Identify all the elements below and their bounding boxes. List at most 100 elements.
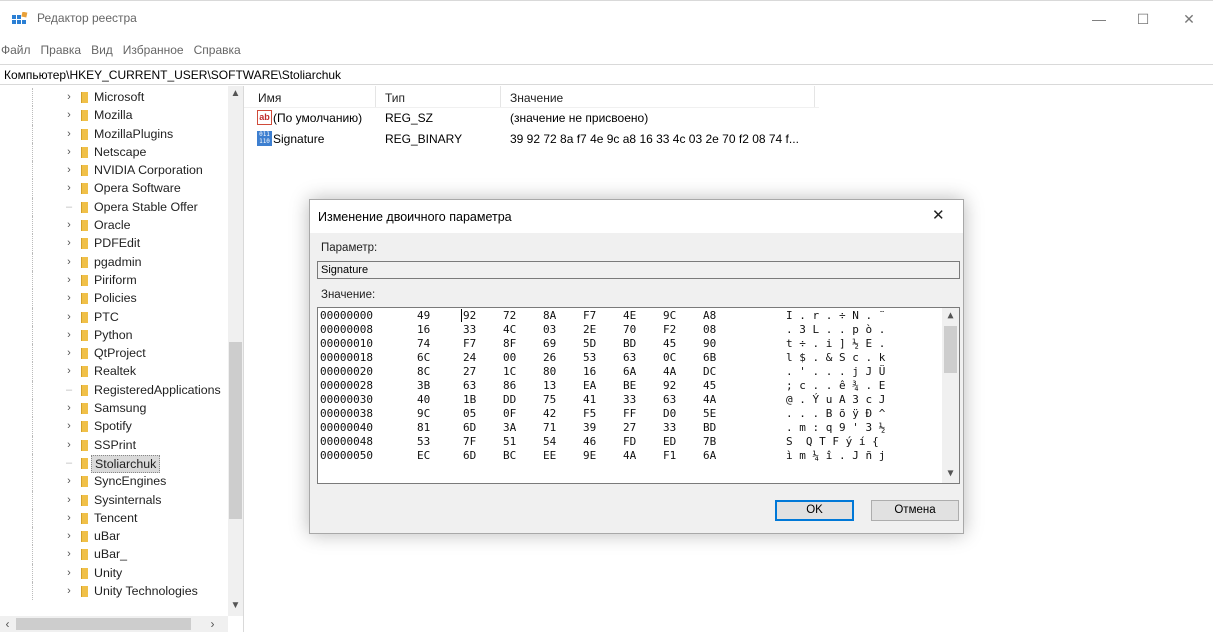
- expand-chevron-icon[interactable]: ›: [64, 308, 74, 326]
- expand-chevron-icon[interactable]: ›: [64, 234, 74, 252]
- hex-byte[interactable]: EA: [583, 379, 596, 393]
- hex-byte[interactable]: 16: [583, 365, 596, 379]
- hex-byte[interactable]: 42: [543, 407, 556, 421]
- hex-byte[interactable]: 81: [417, 421, 430, 435]
- hex-byte[interactable]: BD: [623, 337, 636, 351]
- tree-item[interactable]: › Unity: [0, 563, 228, 583]
- tree-item[interactable]: › Policies: [0, 289, 228, 308]
- hex-byte[interactable]: 41: [583, 393, 596, 407]
- hex-byte[interactable]: 27: [623, 421, 636, 435]
- hex-byte[interactable]: 1B: [463, 393, 476, 407]
- expand-chevron-icon[interactable]: ›: [64, 161, 74, 179]
- hex-byte[interactable]: 70: [623, 323, 636, 337]
- hex-byte[interactable]: 9C: [417, 407, 430, 421]
- tree-item[interactable]: › PDFEdit: [0, 234, 228, 253]
- cancel-button[interactable]: Отмена: [871, 500, 959, 521]
- expand-chevron-icon[interactable]: ›: [64, 125, 74, 143]
- expand-chevron-icon[interactable]: ›: [64, 362, 74, 380]
- hex-byte[interactable]: 6B: [703, 351, 716, 365]
- expand-chevron-icon[interactable]: ›: [64, 326, 74, 344]
- hex-byte[interactable]: 8C: [417, 365, 430, 379]
- list-item[interactable]: ab (По умолчанию) REG_SZ (значение не пр…: [244, 109, 844, 128]
- tree-item[interactable]: › SyncEngines: [0, 472, 228, 491]
- hex-byte[interactable]: 5E: [703, 407, 716, 421]
- tree-item[interactable]: › NVIDIA Corporation: [0, 161, 228, 180]
- hex-byte[interactable]: 05: [463, 407, 476, 421]
- ok-button[interactable]: OK: [775, 500, 854, 521]
- hex-byte[interactable]: 72: [503, 309, 516, 323]
- menu-file[interactable]: Файл: [0, 40, 36, 60]
- scroll-down-arrow-icon[interactable]: ▼: [228, 600, 243, 611]
- expand-chevron-icon[interactable]: ›: [64, 106, 74, 124]
- hex-byte[interactable]: 69: [543, 337, 556, 351]
- hex-ascii[interactable]: ì m ¼ î . J ñ j: [786, 449, 885, 463]
- tree-item[interactable]: – Opera Stable Offer: [0, 197, 228, 217]
- expand-chevron-icon[interactable]: ›: [64, 289, 74, 307]
- hex-byte[interactable]: 9C: [663, 309, 676, 323]
- address-bar[interactable]: Компьютер\HKEY_CURRENT_USER\SOFTWARE\Sto…: [0, 64, 1213, 85]
- maximize-button[interactable]: ☐: [1120, 7, 1166, 31]
- hex-byte[interactable]: 16: [417, 323, 430, 337]
- hex-byte[interactable]: 00: [503, 351, 516, 365]
- hex-byte[interactable]: 39: [583, 421, 596, 435]
- hex-byte[interactable]: 4A: [663, 365, 676, 379]
- tree-scroll-thumb[interactable]: [229, 342, 242, 519]
- hex-byte[interactable]: 45: [703, 379, 716, 393]
- hex-byte[interactable]: 86: [503, 379, 516, 393]
- hex-ascii[interactable]: . ' . . . j J Ü: [786, 365, 885, 379]
- hex-byte[interactable]: BE: [623, 379, 636, 393]
- tree-horizontal-scrollbar[interactable]: ‹ ›: [0, 616, 228, 632]
- expand-chevron-icon[interactable]: ›: [64, 472, 74, 490]
- hex-byte[interactable]: 54: [543, 435, 556, 449]
- hex-byte[interactable]: 6D: [463, 449, 476, 463]
- hex-byte[interactable]: ED: [663, 435, 676, 449]
- hex-byte[interactable]: 80: [543, 365, 556, 379]
- hex-byte[interactable]: 6A: [703, 449, 716, 463]
- hex-byte[interactable]: EE: [543, 449, 556, 463]
- hex-byte[interactable]: 33: [623, 393, 636, 407]
- list-item[interactable]: 011 110 Signature REG_BINARY 39 92 72 8a…: [244, 130, 844, 149]
- tree-item[interactable]: › PTC: [0, 307, 228, 326]
- tree-item[interactable]: › Python: [0, 325, 228, 345]
- hex-byte[interactable]: 75: [543, 393, 556, 407]
- hex-byte[interactable]: F2: [663, 323, 676, 337]
- hex-byte[interactable]: 33: [663, 421, 676, 435]
- expand-chevron-icon[interactable]: ›: [64, 88, 74, 106]
- scroll-down-arrow-icon[interactable]: ▼: [942, 468, 959, 479]
- hex-byte[interactable]: 63: [663, 393, 676, 407]
- expand-chevron-icon[interactable]: ›: [64, 271, 74, 289]
- hex-byte[interactable]: 53: [583, 351, 596, 365]
- tree-item[interactable]: › Mozilla: [0, 106, 228, 125]
- dialog-close-icon[interactable]: ✕: [932, 206, 945, 224]
- tree-item[interactable]: › Piriform: [0, 270, 228, 290]
- hex-byte[interactable]: 92: [663, 379, 676, 393]
- scroll-up-arrow-icon[interactable]: ▲: [942, 310, 959, 321]
- hex-byte[interactable]: 4A: [703, 393, 716, 407]
- hex-scroll-thumb[interactable]: [944, 326, 957, 373]
- column-separator[interactable]: [375, 86, 376, 107]
- tree-hscroll-thumb[interactable]: [16, 618, 191, 630]
- hex-byte[interactable]: 51: [503, 435, 516, 449]
- tree-item[interactable]: › Netscape: [0, 142, 228, 162]
- hex-byte[interactable]: 03: [543, 323, 556, 337]
- minimize-button[interactable]: —: [1076, 7, 1122, 31]
- tree-item[interactable]: › Tencent: [0, 508, 228, 528]
- hex-ascii[interactable]: . 3 L . . p ò .: [786, 323, 885, 337]
- menu-view[interactable]: Вид: [86, 40, 118, 60]
- tree-item[interactable]: › Spotify: [0, 417, 228, 436]
- hex-byte[interactable]: 6D: [463, 421, 476, 435]
- expand-chevron-icon[interactable]: ›: [64, 564, 74, 582]
- hex-byte[interactable]: 92: [463, 309, 476, 323]
- hex-byte[interactable]: F7: [583, 309, 596, 323]
- hex-vertical-scrollbar[interactable]: ▲ ▼: [942, 308, 959, 483]
- hex-ascii[interactable]: S Q T F ý í {: [786, 435, 879, 449]
- hex-byte[interactable]: 6C: [417, 351, 430, 365]
- hex-byte[interactable]: 8A: [543, 309, 556, 323]
- tree-item[interactable]: – Stoliarchuk: [0, 453, 228, 473]
- expand-chevron-icon[interactable]: ›: [64, 436, 74, 454]
- hex-byte[interactable]: 53: [417, 435, 430, 449]
- hex-editor[interactable]: 00000000 49 92 72 8A F7 4E 9C A8 I . r . ÷ N . ¨ 0…: [317, 307, 960, 484]
- column-separator[interactable]: [814, 86, 815, 107]
- hex-byte[interactable]: 4E: [623, 309, 636, 323]
- hex-byte[interactable]: 63: [623, 351, 636, 365]
